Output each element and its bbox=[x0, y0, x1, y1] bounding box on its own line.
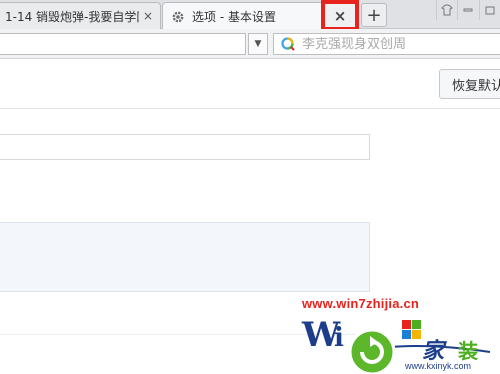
skin-icon[interactable] bbox=[436, 0, 457, 20]
address-toolbar: ▼ bbox=[0, 29, 500, 59]
watermark-bottom-url: www.kxinyk.com bbox=[405, 361, 472, 371]
svg-text:i: i bbox=[334, 323, 344, 353]
settings-panel bbox=[0, 222, 370, 292]
tab-1-close-icon[interactable]: × bbox=[139, 7, 157, 25]
watermark-url: www.win7zhijia.cn bbox=[302, 296, 420, 311]
search-icon[interactable] bbox=[280, 36, 296, 52]
restore-defaults-button[interactable]: 恢复默认 bbox=[439, 69, 500, 99]
close-icon: × bbox=[333, 6, 347, 25]
window-controls bbox=[436, 0, 500, 22]
minimize-icon[interactable] bbox=[457, 0, 478, 20]
address-dropdown-button[interactable]: ▼ bbox=[248, 33, 268, 55]
restore-icon[interactable] bbox=[478, 0, 500, 20]
new-tab-button[interactable]: + bbox=[361, 3, 387, 27]
address-bar[interactable] bbox=[0, 33, 246, 55]
gear-icon bbox=[170, 9, 186, 25]
tab-1-title: 1-14 销毁炮弹-我要自学网 bbox=[5, 9, 139, 24]
tab-1[interactable]: 1-14 销毁炮弹-我要自学网 × bbox=[0, 2, 161, 29]
tab-2-close-icon[interactable]: × bbox=[321, 0, 359, 31]
svg-text:装: 装 bbox=[457, 339, 478, 363]
tab-strip: 1-14 销毁炮弹-我要自学网 × 选项 - 基本设置 × + bbox=[0, 0, 500, 31]
search-input[interactable] bbox=[302, 36, 492, 52]
search-box[interactable] bbox=[273, 33, 500, 55]
settings-input-field[interactable] bbox=[0, 134, 370, 160]
header-divider bbox=[0, 108, 500, 109]
